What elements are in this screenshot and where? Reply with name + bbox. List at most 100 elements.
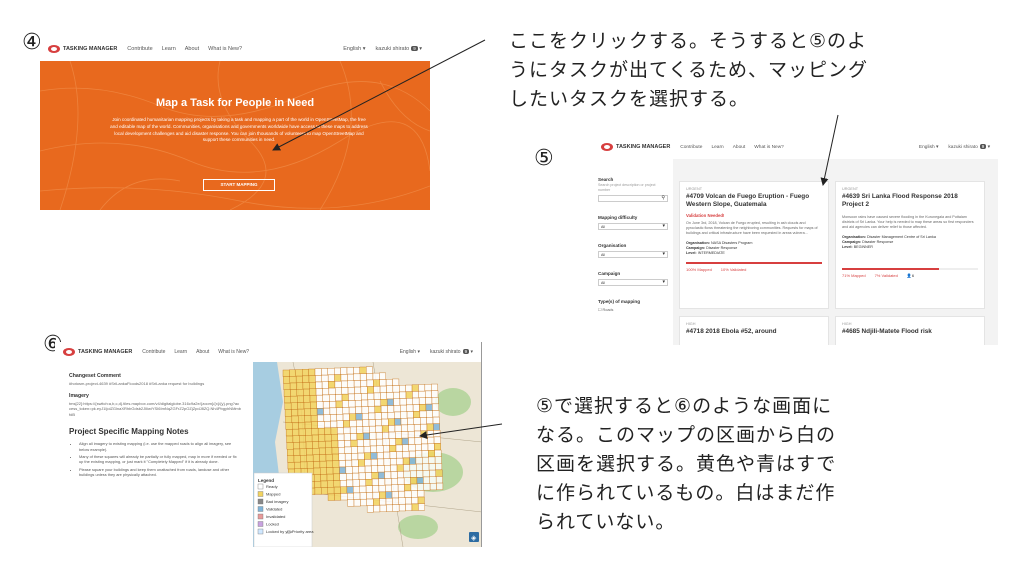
task-square[interactable] — [343, 426, 351, 434]
task-square[interactable] — [350, 446, 358, 454]
task-square[interactable] — [324, 434, 332, 442]
task-square[interactable] — [368, 412, 376, 420]
task-square[interactable] — [397, 484, 405, 492]
task-square[interactable] — [341, 393, 349, 401]
task-square[interactable] — [327, 368, 335, 376]
task-square[interactable] — [314, 474, 321, 482]
task-square[interactable] — [415, 450, 423, 458]
task-square[interactable] — [364, 452, 371, 460]
task-square[interactable] — [417, 490, 425, 498]
task-square[interactable] — [369, 439, 377, 447]
task-square[interactable] — [402, 444, 409, 452]
task-square[interactable] — [426, 410, 433, 418]
task-square[interactable] — [389, 451, 397, 459]
task-square[interactable] — [400, 404, 407, 412]
task-square[interactable] — [355, 406, 363, 414]
task-square[interactable] — [353, 367, 361, 375]
task-square[interactable] — [287, 462, 295, 470]
task-square[interactable] — [374, 405, 382, 413]
project-title[interactable]: #4709 Volcan de Fuego Eruption - Fuego W… — [686, 193, 822, 209]
task-square[interactable] — [346, 479, 354, 487]
task-square[interactable] — [411, 497, 419, 505]
task-square[interactable] — [405, 503, 413, 511]
task-square[interactable] — [378, 478, 386, 486]
task-square[interactable] — [374, 399, 381, 407]
task-square[interactable] — [376, 438, 384, 446]
project-card[interactable]: URGENT #4709 Volcan de Fuego Eruption - … — [679, 181, 829, 309]
task-square[interactable] — [372, 498, 380, 506]
task-square[interactable] — [419, 417, 427, 425]
logo[interactable]: TASKING MANAGER — [48, 45, 117, 53]
task-square[interactable] — [352, 466, 359, 474]
task-square[interactable] — [346, 486, 354, 494]
task-square[interactable] — [368, 406, 375, 414]
task-square[interactable] — [331, 434, 338, 442]
task-square[interactable] — [297, 408, 305, 416]
task-square[interactable] — [414, 430, 422, 438]
task-square[interactable] — [413, 417, 421, 425]
task-square[interactable] — [290, 389, 298, 397]
task-square[interactable] — [387, 418, 395, 426]
task-square[interactable] — [380, 399, 388, 407]
task-square[interactable] — [310, 401, 317, 409]
task-square[interactable] — [368, 419, 376, 427]
task-square[interactable] — [392, 385, 400, 393]
task-square[interactable] — [403, 477, 411, 485]
task-square[interactable] — [364, 459, 372, 467]
task-square[interactable] — [427, 443, 435, 451]
task-square[interactable] — [381, 418, 389, 426]
task-square[interactable] — [365, 366, 373, 374]
task-square[interactable] — [329, 401, 337, 409]
task-square[interactable] — [345, 459, 353, 467]
task-square[interactable] — [412, 404, 420, 412]
task-square[interactable] — [399, 391, 407, 399]
task-square[interactable] — [343, 433, 351, 441]
task-square[interactable] — [291, 409, 299, 417]
task-square[interactable] — [341, 387, 349, 395]
task-square[interactable] — [404, 490, 412, 498]
task-square[interactable] — [285, 429, 293, 437]
task-square[interactable] — [353, 499, 361, 507]
project-card[interactable]: HIGH #4718 2018 Ebola #52, around — [679, 316, 829, 345]
project-card[interactable]: HIGH #4685 Ndjili-Matete Flood risk — [835, 316, 985, 345]
task-square[interactable] — [331, 447, 339, 455]
nav-whats-new[interactable]: What is New? — [208, 46, 242, 52]
task-square[interactable] — [347, 380, 355, 388]
task-square[interactable] — [390, 464, 398, 472]
task-square[interactable] — [382, 438, 390, 446]
task-square[interactable] — [407, 417, 414, 425]
task-square[interactable] — [373, 505, 381, 513]
task-square[interactable] — [283, 389, 291, 397]
language-select[interactable]: English ▾ — [400, 349, 420, 355]
task-square[interactable] — [303, 402, 311, 410]
task-square[interactable] — [323, 407, 331, 415]
task-square[interactable] — [425, 403, 433, 411]
task-square[interactable] — [396, 451, 403, 459]
task-square[interactable] — [294, 461, 301, 469]
task-square[interactable] — [418, 503, 425, 511]
task-square[interactable] — [369, 425, 376, 433]
task-square[interactable] — [347, 387, 355, 395]
task-square[interactable] — [394, 424, 402, 432]
task-square[interactable] — [361, 406, 369, 414]
task-square[interactable] — [427, 436, 435, 444]
task-square[interactable] — [302, 382, 310, 390]
task-square[interactable] — [435, 463, 443, 471]
task-square[interactable] — [332, 460, 340, 468]
nav-learn[interactable]: Learn — [711, 145, 723, 150]
task-square[interactable] — [373, 386, 381, 394]
task-square[interactable] — [306, 448, 314, 456]
task-square[interactable] — [295, 369, 303, 377]
task-square[interactable] — [366, 498, 374, 506]
task-square[interactable] — [290, 395, 298, 403]
task-square[interactable] — [322, 401, 330, 409]
task-square[interactable] — [385, 498, 393, 506]
task-square[interactable] — [367, 386, 374, 394]
task-square[interactable] — [390, 471, 398, 479]
task-square[interactable] — [392, 497, 399, 505]
task-square[interactable] — [326, 473, 334, 481]
task-square[interactable] — [420, 430, 428, 438]
task-square[interactable] — [422, 470, 430, 478]
task-map[interactable]: Legend Ready Mapped Bad imagery Validated In… — [253, 362, 482, 547]
task-square[interactable] — [347, 492, 354, 500]
